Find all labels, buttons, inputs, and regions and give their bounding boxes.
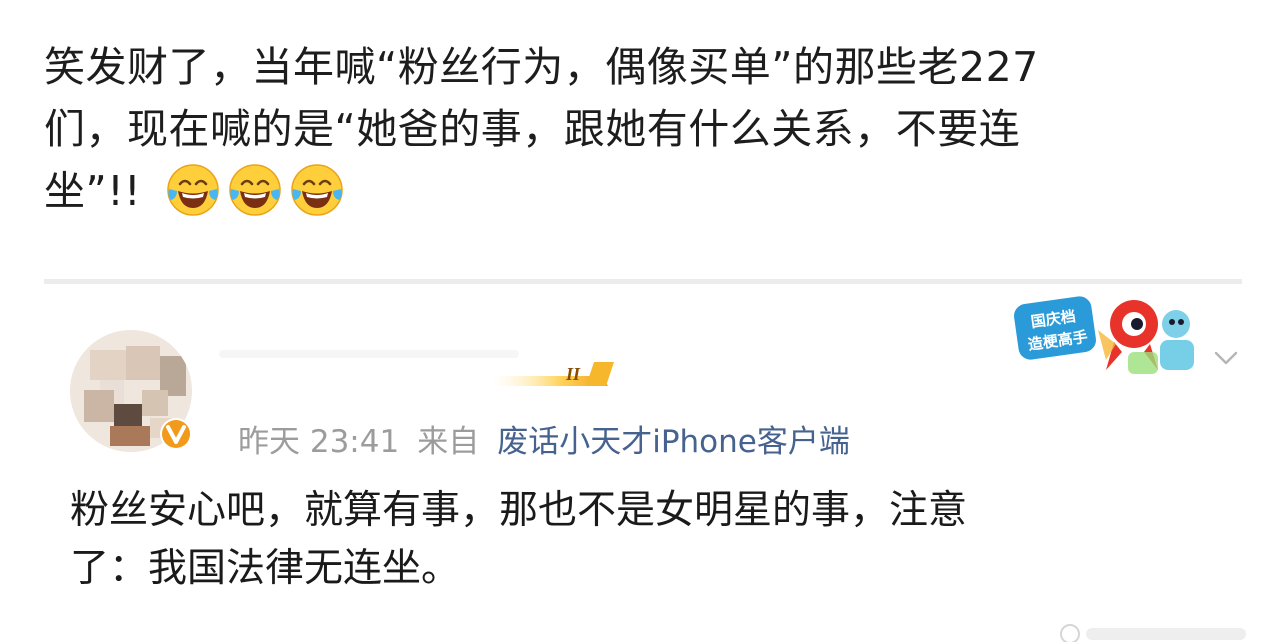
comment-line-2: 了：我国法律无连坐。 <box>70 546 461 591</box>
comment-line-1: 粉丝安心吧，就算有事，那也不是女明星的事，注意 <box>70 488 968 533</box>
emoji-group <box>165 162 345 218</box>
source-prefix: 来自 <box>417 424 480 460</box>
post-line-3-text: 坐”!! <box>44 167 142 215</box>
laugh-cry-emoji <box>229 164 281 216</box>
post-line-2: 们，现在喊的是“她爸的事，跟她有什么关系，不要连 <box>44 105 1021 153</box>
laugh-cry-emoji <box>291 164 343 216</box>
avatar[interactable] <box>70 330 192 452</box>
chevron-down-icon[interactable] <box>1214 350 1238 366</box>
watermark-blurred <box>1060 624 1246 642</box>
username-blurred[interactable] <box>219 344 519 364</box>
comment-meta: 昨天 23:41 来自 废话小天才iPhone客户端 <box>238 422 868 462</box>
rank-badge-text: II <box>565 364 581 384</box>
post-text: 笑发财了，当年喊“粉丝行为，偶像买单”的那些老227 们，现在喊的是“她爸的事，… <box>44 36 1244 222</box>
verified-badge-icon <box>160 418 192 450</box>
comment-time: 昨天 23:41 <box>238 424 400 460</box>
rank-badge-icon: II <box>490 362 614 386</box>
laugh-cry-emoji <box>167 164 219 216</box>
section-divider <box>44 279 1242 284</box>
post-line-1: 笑发财了，当年喊“粉丝行为，偶像买单”的那些老227 <box>44 43 1039 91</box>
embedded-comment-card: II 昨天 23:41 来自 废话小天才iPhone客户端 国庆档 造梗高手 粉丝安… <box>44 286 1242 642</box>
source-client-link[interactable]: 废话小天才iPhone客户端 <box>497 424 850 460</box>
post-line-3: 坐”!! <box>44 160 1244 222</box>
comment-text: 粉丝安心吧，就算有事，那也不是女明星的事，注意 了：我国法律无连坐。 <box>70 482 1210 598</box>
festival-badge-icon[interactable]: 国庆档 造梗高手 <box>1010 290 1210 382</box>
